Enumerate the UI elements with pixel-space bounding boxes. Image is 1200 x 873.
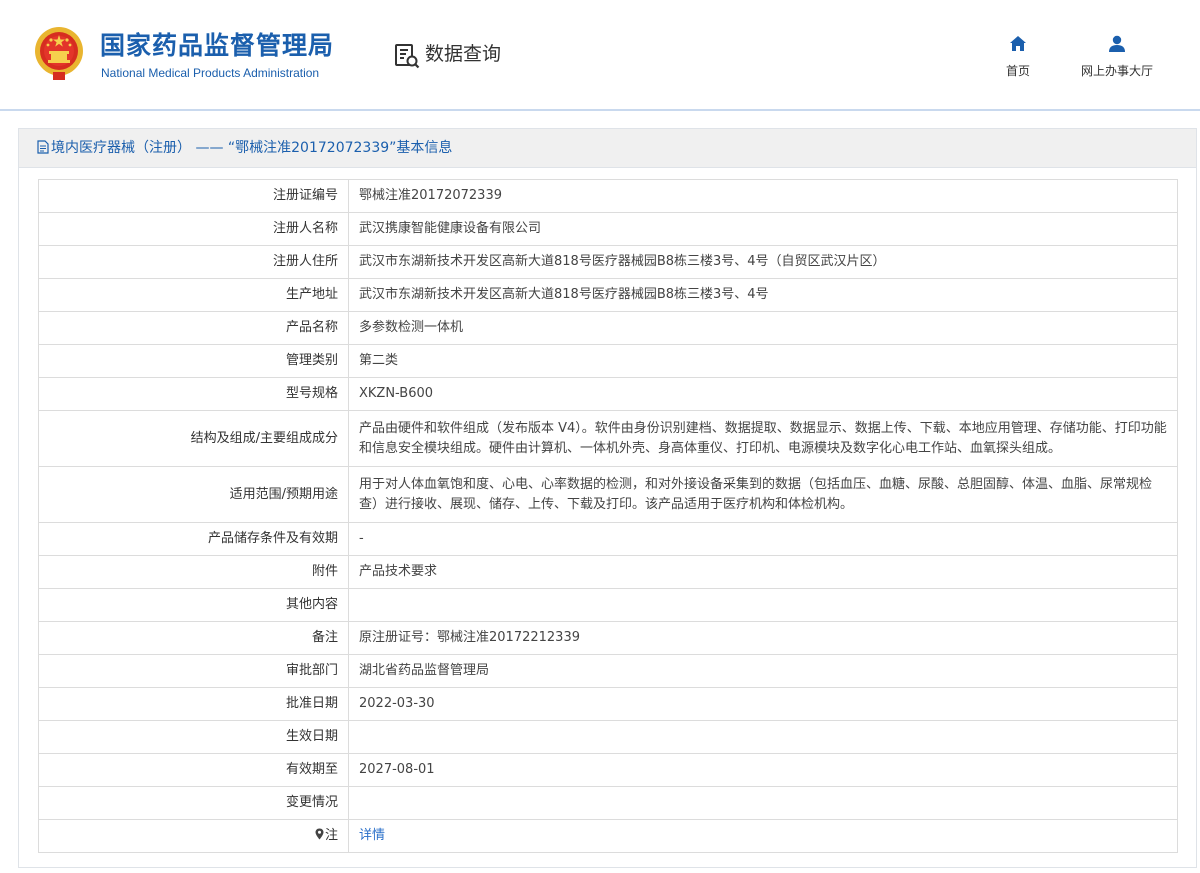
site-header: 国家药品监督管理局 National Medical Products Admi… (0, 0, 1200, 111)
header-divider (0, 109, 1200, 111)
nav-online-service-hall-label: 网上办事大厅 (1080, 64, 1153, 78)
field-value: 用于对人体血氧饱和度、心电、心率数据的检测，和对外接设备采集到的数据（包括血压、… (348, 466, 1178, 523)
table-row: 产品名称 多参数检测一体机 (38, 311, 1178, 345)
field-value: 产品由硬件和软件组成（发布版本 V4）。软件由身份识别建档、数据提取、数据显示、… (348, 410, 1178, 467)
document-icon (37, 140, 49, 154)
table-row: 生产地址 武汉市东湖新技术开发区高新大道818号医疗器械园B8栋三楼3号、4号 (38, 278, 1178, 312)
table-row: 附件 产品技术要求 (38, 555, 1178, 589)
brand-title-en: National Medical Products Administration (101, 66, 320, 80)
nav-home-label: 首页 (1005, 64, 1030, 78)
field-label: 生效日期 (38, 720, 349, 754)
field-label: 产品储存条件及有效期 (38, 522, 349, 556)
field-value: - (348, 522, 1178, 556)
field-value: 产品技术要求 (348, 555, 1178, 589)
field-value (348, 720, 1178, 754)
field-label: 结构及组成/主要组成成分 (38, 410, 349, 467)
field-label: 有效期至 (38, 753, 349, 787)
field-value: 武汉市东湖新技术开发区高新大道818号医疗器械园B8栋三楼3号、4号（自贸区武汉… (348, 245, 1178, 279)
field-value (348, 786, 1178, 820)
national-emblem-logo (35, 27, 83, 80)
field-value: 原注册证号：鄂械注准20172212339 (348, 621, 1178, 655)
field-label: 附件 (38, 555, 349, 589)
field-value (348, 588, 1178, 622)
field-value: 湖北省药品监督管理局 (348, 654, 1178, 688)
field-label: 型号规格 (38, 377, 349, 411)
field-label: 变更情况 (38, 786, 349, 820)
table-row: 其他内容 (38, 588, 1178, 622)
registration-info-table: 注册证编号 鄂械注准20172072339 注册人名称 武汉携康智能健康设备有限公司… (38, 179, 1178, 853)
nav-home[interactable]: 首页 (998, 34, 1038, 79)
data-query-icon (395, 44, 420, 69)
field-label: 产品名称 (38, 311, 349, 345)
field-label: 注 (324, 828, 338, 843)
note-value-cell: 详情 (348, 819, 1178, 853)
field-label: 管理类别 (38, 344, 349, 378)
details-link[interactable]: 详情 (359, 828, 385, 843)
field-label: 生产地址 (38, 278, 349, 312)
panel-title-bar: 境内医疗器械（注册） —— “鄂械注准20172072339”基本信息 (19, 129, 1196, 168)
pin-icon (315, 828, 324, 840)
table-row: 批准日期 2022-03-30 (38, 687, 1178, 721)
table-row: 有效期至 2027-08-01 (38, 753, 1178, 787)
note-label-cell: 注 (38, 819, 349, 853)
field-label: 其他内容 (38, 588, 349, 622)
table-row: 审批部门 湖北省药品监督管理局 (38, 654, 1178, 688)
field-label: 审批部门 (38, 654, 349, 688)
brand-title-cn: 国家药品监督管理局 (100, 31, 335, 60)
user-icon (1109, 35, 1125, 52)
field-value: 多参数检测一体机 (348, 311, 1178, 345)
field-label: 注册人住所 (38, 245, 349, 279)
table-row: 备注 原注册证号：鄂械注准20172212339 (38, 621, 1178, 655)
table-row: 注册证编号 鄂械注准20172072339 (38, 179, 1178, 213)
table-row: 产品储存条件及有效期 - (38, 522, 1178, 556)
field-label: 注册人名称 (38, 212, 349, 246)
field-value: 2027-08-01 (348, 753, 1178, 787)
field-value: XKZN-B600 (348, 377, 1178, 411)
field-label: 备注 (38, 621, 349, 655)
table-row: 管理类别 第二类 (38, 344, 1178, 378)
nav-online-service-hall[interactable]: 网上办事大厅 (1070, 34, 1164, 79)
field-value: 武汉市东湖新技术开发区高新大道818号医疗器械园B8栋三楼3号、4号 (348, 278, 1178, 312)
panel-title: 境内医疗器械（注册） —— “鄂械注准20172072339”基本信息 (51, 140, 453, 156)
table-row: 注册人住所 武汉市东湖新技术开发区高新大道818号医疗器械园B8栋三楼3号、4号（… (38, 245, 1178, 279)
table-row: 注册人名称 武汉携康智能健康设备有限公司 (38, 212, 1178, 246)
field-value: 武汉携康智能健康设备有限公司 (348, 212, 1178, 246)
field-value: 鄂械注准20172072339 (348, 179, 1178, 213)
field-label: 批准日期 (38, 687, 349, 721)
detail-panel: 境内医疗器械（注册） —— “鄂械注准20172072339”基本信息 注册证编… (18, 128, 1197, 868)
field-value: 2022-03-30 (348, 687, 1178, 721)
table-row: 注 详情 (38, 819, 1178, 853)
table-row: 结构及组成/主要组成成分 产品由硬件和软件组成（发布版本 V4）。软件由身份识别建… (38, 410, 1178, 467)
field-label: 注册证编号 (38, 179, 349, 213)
table-row: 适用范围/预期用途 用于对人体血氧饱和度、心电、心率数据的检测，和对外接设备采集到… (38, 466, 1178, 523)
table-row: 变更情况 (38, 786, 1178, 820)
data-query-title: 数据查询 (425, 43, 502, 65)
table-row: 生效日期 (38, 720, 1178, 754)
field-label: 适用范围/预期用途 (38, 466, 349, 523)
home-icon (1010, 36, 1026, 51)
field-value: 第二类 (348, 344, 1178, 378)
table-row: 型号规格 XKZN-B600 (38, 377, 1178, 411)
